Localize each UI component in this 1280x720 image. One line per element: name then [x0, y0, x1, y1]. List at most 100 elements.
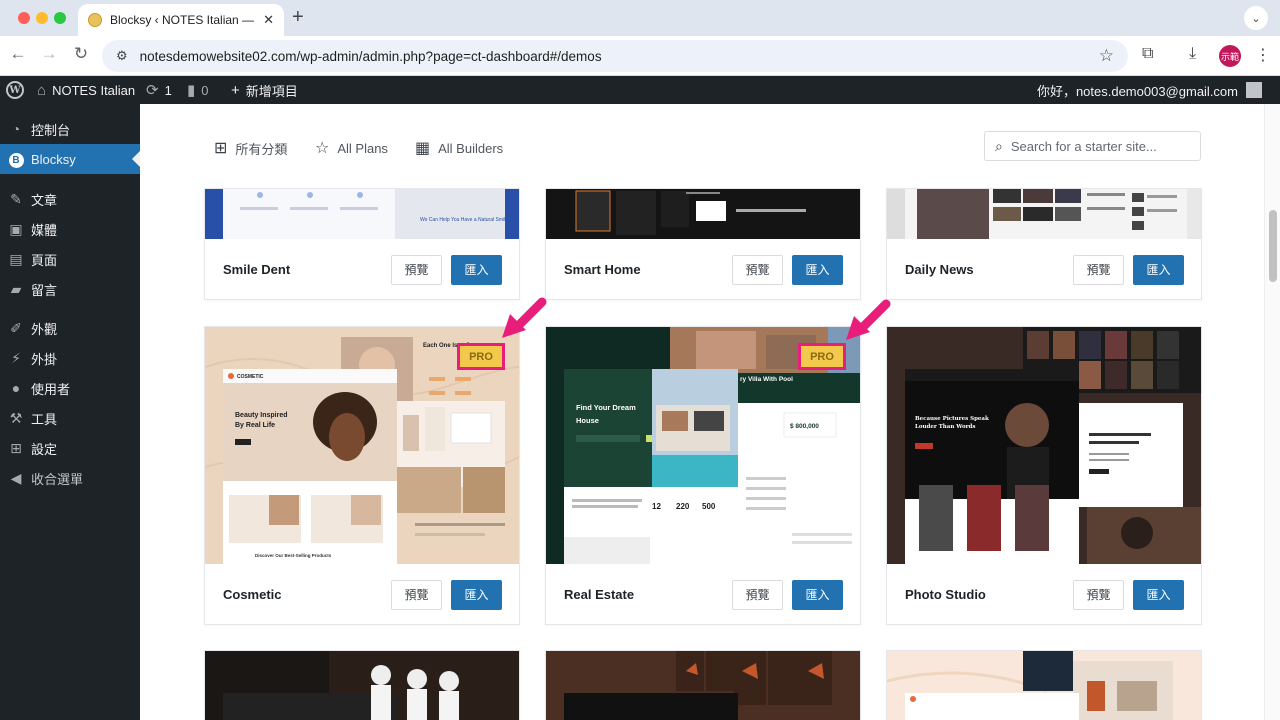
filter-plans[interactable]: ☆ All Plans: [315, 138, 388, 158]
import-button[interactable]: 匯入: [792, 254, 843, 285]
import-button[interactable]: 匯入: [1133, 254, 1184, 285]
preview-button[interactable]: 預覽: [732, 579, 783, 610]
svg-text:Beauty Inspired: Beauty Inspired: [235, 412, 288, 419]
svg-text:500: 500: [702, 502, 716, 511]
sidebar-item-blocksy[interactable]: B Blocksy: [0, 144, 140, 174]
import-button[interactable]: 匯入: [451, 254, 502, 285]
comments-link[interactable]: ▮ 0: [187, 76, 209, 104]
sidebar-item-appearance[interactable]: ✐ 外觀: [0, 313, 140, 343]
filter-categories-label: 所有分類: [235, 141, 288, 157]
card-title: Daily News: [905, 262, 974, 277]
browser-tab[interactable]: Blocksy ‹ NOTES Italian — W ✕: [78, 4, 284, 36]
sidebar-item-label: 留言: [31, 282, 58, 298]
scrollbar-thumb[interactable]: [1269, 210, 1277, 282]
media-icon: ▣: [9, 220, 23, 237]
minimize-window-button[interactable]: [36, 12, 48, 24]
sidebar-item-label: 媒體: [31, 222, 58, 238]
demo-thumbnail[interactable]: We Can Help You Have a Natural Smile: [205, 189, 519, 239]
preview-button[interactable]: 預覽: [1073, 254, 1124, 285]
sidebar-item-posts[interactable]: ✎ 文章: [0, 184, 140, 214]
demo-card-furniture: [545, 650, 861, 720]
collapse-icon: ◀: [10, 469, 22, 486]
sidebar-item-plugins[interactable]: ⚡ 外掛: [0, 343, 140, 373]
card-footer: Photo Studio 預覽 匯入: [887, 564, 1201, 625]
sidebar-item-media[interactable]: ▣ 媒體: [0, 214, 140, 244]
reload-icon[interactable]: ↻: [69, 44, 93, 64]
active-menu-notch: [132, 151, 140, 167]
bookmark-star-icon[interactable]: ☆: [1099, 46, 1114, 66]
svg-text:COSMETIC: COSMETIC: [237, 374, 264, 380]
sidebar-item-tools[interactable]: ⚒ 工具: [0, 403, 140, 433]
demo-card-real-estate: ry Villa With Pool $ 800,000 Find Your D…: [545, 326, 861, 625]
import-button[interactable]: 匯入: [792, 579, 843, 610]
sidebar-item-pages[interactable]: ▤ 頁面: [0, 244, 140, 274]
sidebar-item-settings[interactable]: ⊞ 設定: [0, 433, 140, 463]
filter-categories[interactable]: ⊞ 所有分類: [214, 138, 287, 158]
brush-icon: ✐: [10, 319, 22, 336]
restaurant-preview: [205, 651, 519, 720]
tab-search-icon[interactable]: ⌄: [1244, 6, 1268, 30]
filter-builders[interactable]: ▦ All Builders: [415, 138, 503, 158]
blocksy-icon: B: [8, 150, 24, 168]
wp-admin-bar: W ⌂ NOTES Italian ⟳ 1 ▮ 0 + 新增項目 你好，note…: [0, 76, 1280, 104]
wrench-icon: ⚒: [9, 409, 23, 426]
site-info-icon[interactable]: ⚙: [116, 48, 128, 64]
comment-bubble-icon: ▮: [187, 82, 196, 99]
demo-thumbnail[interactable]: [205, 651, 519, 720]
sidebar-item-label: Blocksy: [31, 151, 76, 167]
preview-button[interactable]: 預覽: [391, 579, 442, 610]
svg-text:We Can Help You Have a Natural: We Can Help You Have a Natural Smile: [420, 217, 508, 223]
wp-logo-menu[interactable]: W: [6, 76, 24, 104]
greeting-text: 你好，notes.demo003@gmail.com: [1036, 83, 1238, 99]
browser-menu-icon[interactable]: ⋮: [1255, 45, 1271, 65]
tab-title: Blocksy ‹ NOTES Italian — W: [110, 13, 258, 27]
grid-icon: ⊞: [214, 140, 228, 157]
download-icon[interactable]: ⤓: [1189, 45, 1196, 63]
photo-studio-preview: Because Pictures Speak Louder Than Words: [887, 327, 1201, 564]
filter-builders-label: All Builders: [438, 140, 504, 156]
demo-thumbnail[interactable]: [887, 651, 1201, 720]
sidebar-item-users[interactable]: ● 使用者: [0, 373, 140, 403]
close-tab-icon[interactable]: ✕: [263, 12, 274, 28]
forward-icon[interactable]: →: [37, 44, 61, 64]
import-button[interactable]: 匯入: [1133, 579, 1184, 610]
preview-button[interactable]: 預覽: [391, 254, 442, 285]
search-input[interactable]: [1010, 138, 1181, 154]
demo-thumbnail[interactable]: [546, 189, 860, 239]
demo-thumbnail[interactable]: Because Pictures Speak Louder Than Words: [887, 327, 1201, 564]
svg-text:$ 800,000: $ 800,000: [790, 423, 819, 430]
demo-thumbnail[interactable]: [546, 651, 860, 720]
new-content-link[interactable]: + 新增項目: [231, 76, 298, 104]
svg-text:ry Villa With Pool: ry Villa With Pool: [740, 376, 793, 383]
layout-icon: ▦: [415, 140, 431, 157]
sidebar-collapse-menu[interactable]: ◀ 收合選單: [0, 463, 140, 493]
page-icon: ▤: [9, 250, 23, 267]
sidebar-item-label: 頁面: [31, 252, 58, 268]
updates-link[interactable]: ⟳ 1: [146, 76, 172, 104]
account-menu[interactable]: 你好，notes.demo003@gmail.com: [1037, 76, 1262, 104]
extensions-icon[interactable]: ⧉: [1142, 45, 1153, 63]
daily-news-preview: [887, 189, 1201, 239]
profile-avatar[interactable]: 示範: [1219, 45, 1241, 67]
sidebar-item-comments[interactable]: ▰ 留言: [0, 274, 140, 304]
preview-button[interactable]: 預覽: [732, 254, 783, 285]
sidebar-item-dashboard[interactable]: ◔ 控制台: [0, 114, 140, 144]
browser-toolbar: ← → ↻ ⚙ notesdemowebsite02.com/wp-admin/…: [0, 36, 1280, 76]
new-tab-button[interactable]: +: [292, 6, 304, 29]
url-text[interactable]: notesdemowebsite02.com/wp-admin/admin.ph…: [140, 49, 1099, 64]
sidebar-item-label: 設定: [31, 441, 58, 457]
site-name-link[interactable]: ⌂ NOTES Italian: [37, 76, 135, 104]
import-button[interactable]: 匯入: [451, 579, 502, 610]
preview-button[interactable]: 預覽: [1073, 579, 1124, 610]
demo-thumbnail[interactable]: [887, 189, 1201, 239]
sidebar-item-label: 外掛: [31, 351, 58, 367]
address-bar[interactable]: ⚙ notesdemowebsite02.com/wp-admin/admin.…: [102, 40, 1128, 72]
maximize-window-button[interactable]: [54, 12, 66, 24]
page-scrollbar[interactable]: [1264, 104, 1280, 720]
starter-site-search[interactable]: ⌕: [984, 131, 1201, 161]
search-icon: ⌕: [995, 137, 1003, 154]
back-icon[interactable]: ←: [6, 44, 30, 64]
highlight-arrow-icon: [502, 297, 547, 338]
close-window-button[interactable]: [18, 12, 30, 24]
card-title: Smile Dent: [223, 262, 291, 277]
